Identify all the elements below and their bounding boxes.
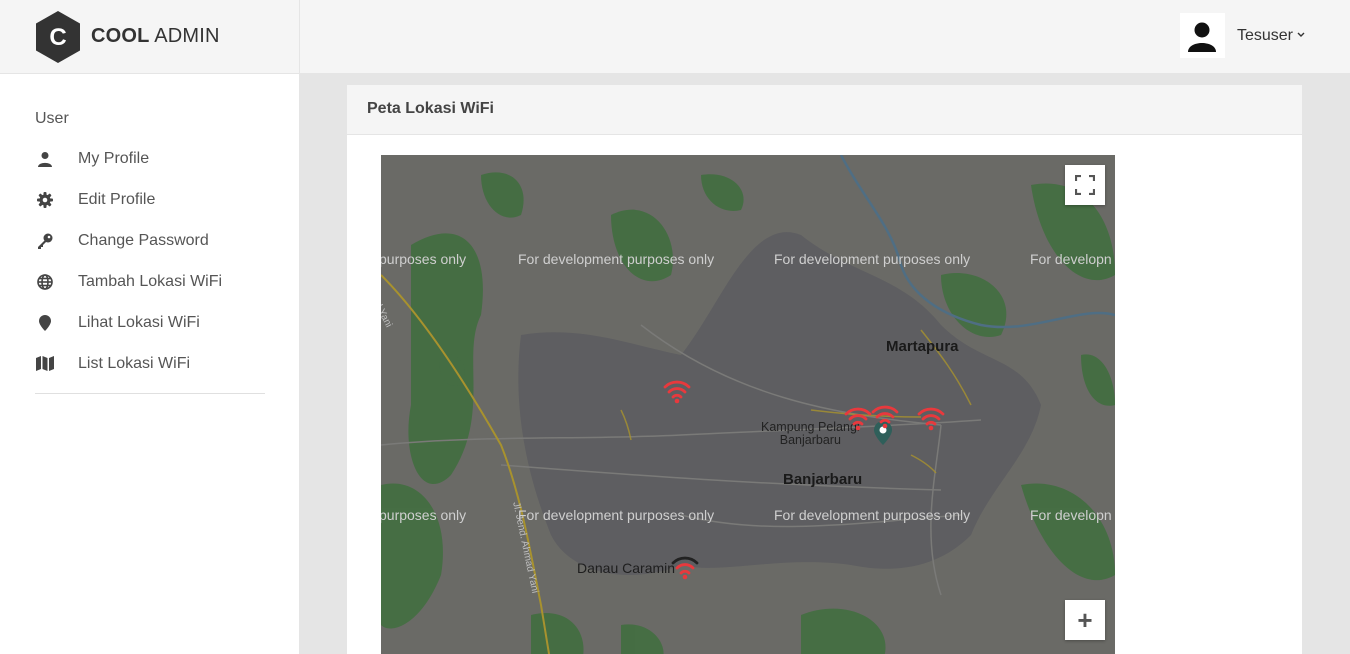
map-watermark: purposes only [381, 251, 467, 267]
sidebar-item-label: My Profile [78, 149, 150, 167]
key-icon [35, 231, 55, 251]
map-card: Peta Lokasi WiFi purposes only For devel… [346, 84, 1303, 654]
place-label-banjarbaru: Banjarbaru [783, 471, 863, 488]
map-watermark: purposes only [381, 507, 467, 523]
sidebar-item-label: Edit Profile [78, 190, 156, 208]
sidebar-menu: User My Profile Edit Profile Change Pass… [0, 74, 299, 394]
avatar-user-icon [1188, 22, 1217, 52]
fullscreen-icon [1075, 175, 1095, 195]
map-icon [35, 354, 55, 374]
sidebar-item-tambah-lokasi[interactable]: Tambah Lokasi WiFi [35, 261, 264, 302]
user-icon [35, 149, 55, 169]
sidebar-item-lihat-lokasi[interactable]: Lihat Lokasi WiFi [35, 302, 264, 343]
sidebar-item-label: Change Password [78, 231, 209, 249]
map-watermark: For development purposes only [518, 507, 715, 523]
menu-heading: User [35, 110, 69, 127]
fullscreen-button[interactable] [1065, 165, 1105, 205]
chevron-down-icon[interactable] [1297, 30, 1305, 41]
avatar[interactable] [1179, 13, 1225, 58]
map-pin-icon [35, 313, 55, 333]
wifi-marker-icon[interactable] [870, 401, 900, 431]
map-watermark: For development purposes only [518, 251, 715, 267]
sidebar-item-label: List Lokasi WiFi [78, 354, 191, 372]
account-name[interactable]: Tesuser [1237, 27, 1293, 45]
map-base-layer [381, 155, 1115, 654]
sidebar-item-my-profile[interactable]: My Profile [35, 138, 264, 179]
wifi-marker-icon[interactable] [916, 403, 946, 433]
sidebar-item-change-password[interactable]: Change Password [35, 220, 264, 261]
brand-light: ADMIN [154, 25, 220, 47]
wifi-marker-icon[interactable] [843, 403, 873, 433]
wifi-marker-icon[interactable] [670, 552, 700, 582]
place-label-martapura: Martapura [886, 338, 959, 355]
brand-name: COOL ADMIN [91, 25, 220, 48]
map-watermark: For development purposes only [774, 251, 971, 267]
sidebar-item-list-lokasi[interactable]: List Lokasi WiFi [35, 343, 264, 384]
map-view[interactable]: purposes only For development purposes o… [381, 155, 1115, 654]
sidebar-item-label: Lihat Lokasi WiFi [78, 313, 200, 331]
logo[interactable]: C COOL ADMIN [0, 0, 299, 74]
sidebar-item-label: Tambah Lokasi WiFi [78, 272, 223, 290]
plus-icon: + [1077, 604, 1093, 635]
logo-letter: C [49, 24, 66, 51]
map-watermark: For development purposes only [774, 507, 971, 523]
map-watermark: For developn [1030, 507, 1112, 523]
top-header: Tesuser [300, 0, 1350, 74]
logo-hexagon-icon: C [36, 10, 80, 63]
gear-icon [35, 190, 55, 210]
brand-bold: COOL [91, 25, 150, 47]
zoom-in-button[interactable]: + [1065, 600, 1105, 640]
wifi-marker-icon[interactable] [662, 376, 692, 406]
sidebar-item-edit-profile[interactable]: Edit Profile [35, 179, 264, 220]
globe-icon [35, 272, 55, 292]
sidebar: C COOL ADMIN User My Profile Edit Profil… [0, 0, 300, 654]
map-watermark: For developn [1030, 251, 1112, 267]
place-label-line: Banjarbaru [779, 433, 841, 447]
menu-divider [35, 393, 265, 394]
card-title: Peta Lokasi WiFi [347, 85, 1302, 135]
account-dropdown[interactable]: Tesuser [1179, 13, 1305, 58]
place-label-danau: Danau Caramin [577, 560, 676, 576]
